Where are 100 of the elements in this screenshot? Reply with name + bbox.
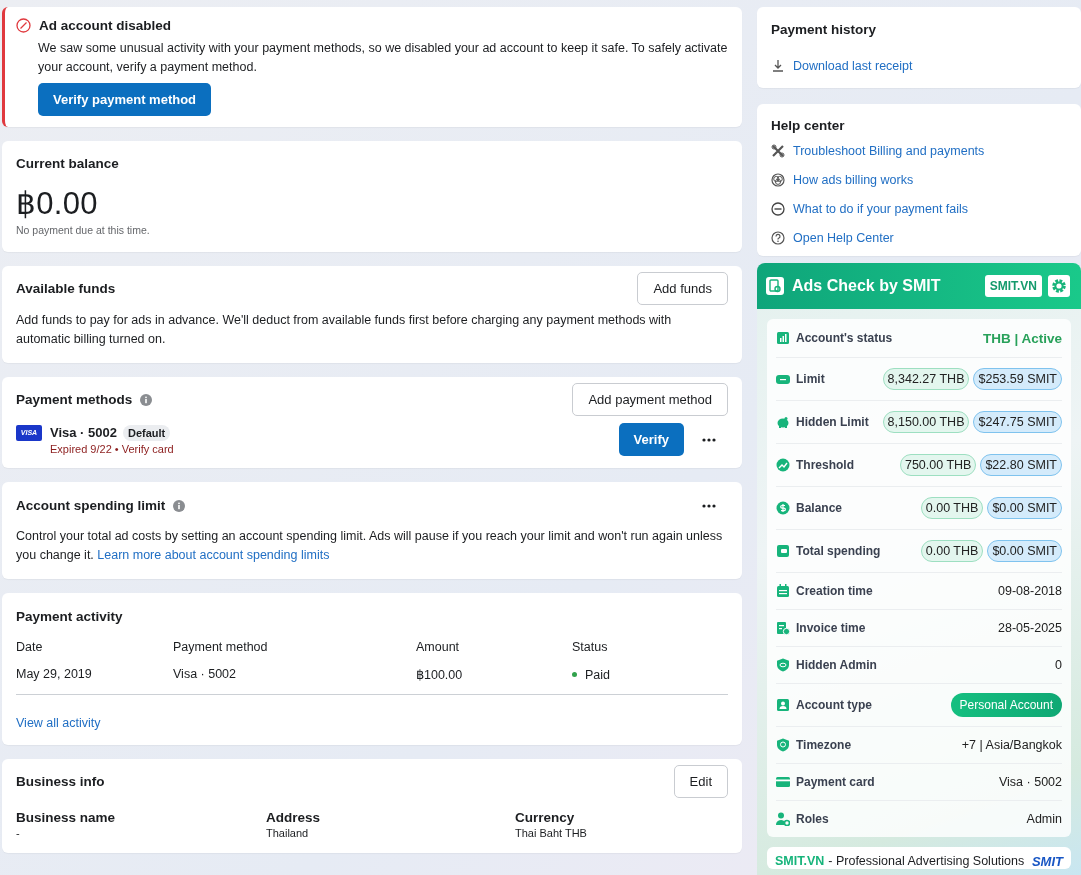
table-cell-text: Visa · 5002 bbox=[173, 667, 237, 682]
trend-icon bbox=[776, 458, 790, 472]
field-value: 09-08-2018 bbox=[998, 584, 1062, 598]
user-gear-icon bbox=[776, 812, 790, 826]
card-status: Expired 9/22 • Verify card bbox=[50, 442, 174, 455]
column-header: Date bbox=[16, 640, 44, 654]
field-label: Balance bbox=[796, 501, 843, 515]
field-label: Address bbox=[266, 810, 322, 825]
amount-pill: 8,150.00 THB bbox=[882, 411, 970, 433]
amount-pill: $22.80 SMIT bbox=[980, 454, 1062, 476]
field-value: Visa · 5002 bbox=[999, 775, 1062, 789]
info-icon bbox=[173, 499, 186, 512]
wallet-icon bbox=[776, 544, 790, 558]
calendar-icon bbox=[776, 584, 790, 598]
card-title: Payment history bbox=[771, 22, 878, 37]
help-link[interactable]: What to do if your payment fails bbox=[793, 201, 969, 216]
minus-circle-icon bbox=[771, 201, 785, 216]
add-funds-button[interactable]: Add funds bbox=[637, 272, 728, 305]
site-badge[interactable]: SMIT.VN bbox=[984, 275, 1042, 297]
shield-icon bbox=[776, 658, 790, 672]
help-link[interactable]: Open Help Center bbox=[793, 230, 894, 245]
info-icon bbox=[140, 393, 153, 406]
field-value: Thai Baht THB bbox=[515, 827, 588, 839]
amount-pill: 8,342.27 THB bbox=[882, 368, 970, 390]
field-label: Roles bbox=[796, 812, 829, 826]
field-label: Timezone bbox=[796, 738, 852, 752]
field-label: Account's status bbox=[796, 331, 893, 345]
amount-pill: $0.00 SMIT bbox=[987, 497, 1062, 519]
more-icon bbox=[702, 503, 716, 508]
field-label: Creation time bbox=[796, 584, 873, 598]
amount-pill: 0.00 THB bbox=[920, 540, 984, 562]
field-value: 0 bbox=[1055, 658, 1062, 672]
amount-pill: 0.00 THB bbox=[920, 497, 984, 519]
chart-icon bbox=[776, 331, 790, 345]
field-label: Threshold bbox=[796, 458, 854, 472]
amount-pill: $253.59 SMIT bbox=[973, 368, 1062, 390]
status-dot bbox=[572, 672, 577, 677]
field-label: Currency bbox=[515, 810, 576, 825]
alert-message: We saw some unusual activity with your payment methods, so we disabled your ad account to keep it safe. To safely activate your account, verify a payment method. bbox=[38, 40, 728, 76]
field-label: Business name bbox=[16, 810, 117, 825]
column-header: Payment method bbox=[173, 640, 269, 654]
amount-pill: 750.00 THB bbox=[899, 454, 977, 476]
table-cell-text: ฿100.00 bbox=[416, 667, 464, 682]
help-icon bbox=[771, 230, 785, 245]
amount-pill: $247.75 SMIT bbox=[973, 411, 1062, 433]
tagline-text: - Professional Advertising Solutions bbox=[828, 854, 1025, 868]
add-payment-method-button[interactable]: Add payment method bbox=[572, 383, 728, 416]
view-all-activity-link[interactable]: View all activity bbox=[16, 716, 101, 730]
receipt-link[interactable]: Download last receipt bbox=[793, 58, 913, 73]
alert-title: Ad account disabled bbox=[39, 18, 172, 33]
verify-button[interactable]: Verify bbox=[618, 423, 684, 456]
field-value: Admin bbox=[1026, 812, 1062, 826]
blocked-icon bbox=[16, 18, 31, 33]
card-title: Account spending limit bbox=[16, 498, 166, 513]
card-icon bbox=[776, 372, 790, 386]
card-title: Payment activity bbox=[16, 609, 124, 624]
help-link[interactable]: How ads billing works bbox=[793, 172, 914, 187]
edit-button[interactable]: Edit bbox=[673, 765, 728, 798]
spending-limit-description: Control your total ad costs by setting an account spending limit. Ads will pause if you reach your limit and won't run again unless you change it. Learn more about account spending limits bbox=[16, 528, 724, 564]
balance-amount: ฿0.00 bbox=[16, 185, 99, 222]
column-header: Amount bbox=[416, 640, 461, 654]
learn-more-link[interactable]: Learn more about account spending limits bbox=[97, 548, 330, 562]
field-value: +7 | Asia/Bangkok bbox=[961, 738, 1062, 752]
settings-icon bbox=[1051, 278, 1067, 294]
shield-clock-icon bbox=[776, 738, 790, 752]
card-title: Business info bbox=[16, 774, 105, 789]
more-icon bbox=[702, 437, 716, 442]
card-icon bbox=[776, 775, 790, 789]
field-label: Total spending bbox=[796, 544, 881, 558]
card-title: Available funds bbox=[16, 281, 116, 296]
card-title: Payment methods bbox=[16, 392, 133, 407]
table-cell-text: May 29, 2019 bbox=[16, 667, 93, 682]
dollar-icon bbox=[776, 501, 790, 515]
funds-description: Add funds to pay for ads in advance. We'll deduct from available funds first before charging any payment methods with automatic billing turned on. bbox=[16, 312, 673, 348]
field-label: Account type bbox=[796, 698, 872, 712]
default-badge: Default bbox=[123, 424, 171, 441]
report-icon bbox=[766, 277, 784, 295]
field-label: Hidden Limit bbox=[796, 415, 869, 429]
balance-note: No payment due at this time. bbox=[16, 224, 151, 236]
site-link[interactable]: SMIT.VN bbox=[775, 854, 825, 868]
verify-payment-button[interactable]: Verify payment method bbox=[38, 83, 212, 116]
person-icon bbox=[776, 698, 790, 712]
field-label: Invoice time bbox=[796, 621, 866, 635]
help-link[interactable]: Troubleshoot Billing and payments bbox=[793, 143, 985, 158]
piggy-bank-icon bbox=[776, 415, 790, 429]
table-cell: Paid bbox=[585, 667, 611, 682]
account-type-tag: Personal Account bbox=[950, 693, 1062, 717]
brand-logo: SMIT bbox=[1031, 853, 1063, 869]
card-title: Help center bbox=[771, 118, 846, 133]
circles-icon bbox=[771, 172, 785, 187]
field-value: - bbox=[16, 827, 21, 839]
field-label: Hidden Admin bbox=[796, 658, 877, 672]
card-name: Visa · 5002 bbox=[50, 425, 117, 440]
field-label: Limit bbox=[796, 372, 825, 386]
settings-button[interactable] bbox=[1048, 275, 1070, 297]
panel-title: Ads Check by SMIT bbox=[792, 277, 941, 295]
field-value: 28-05-2025 bbox=[998, 621, 1062, 635]
field-value: Thailand bbox=[266, 827, 310, 839]
invoice-icon bbox=[776, 621, 790, 635]
column-header: Status bbox=[572, 640, 609, 654]
